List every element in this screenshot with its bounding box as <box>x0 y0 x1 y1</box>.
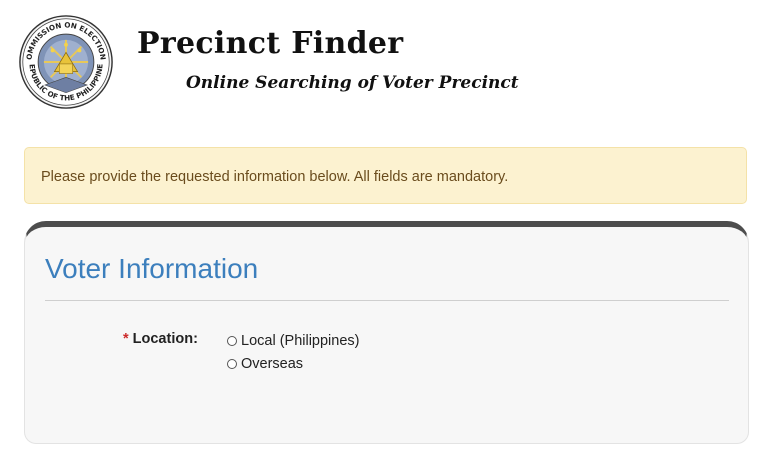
voter-information-panel: Voter Information * Location: Local (Phil… <box>24 221 749 444</box>
radio-overseas[interactable] <box>227 359 237 369</box>
section-heading: Voter Information <box>45 253 259 284</box>
radio-overseas-label[interactable]: Overseas <box>241 356 303 372</box>
section-divider <box>45 300 729 301</box>
comelec-seal-icon: COMMISSION ON ELECTIONS REPUBLIC OF THE … <box>18 14 113 109</box>
location-option-overseas[interactable]: Overseas <box>227 356 303 372</box>
radio-local[interactable] <box>227 336 237 346</box>
page-header: COMMISSION ON ELECTIONS REPUBLIC OF THE … <box>0 0 780 120</box>
location-option-local[interactable]: Local (Philippines) <box>227 333 359 349</box>
page-subtitle: Online Searching of Voter Precinct <box>186 73 519 93</box>
radio-local-label[interactable]: Local (Philippines) <box>241 333 359 349</box>
instructions-alert: Please provide the requested information… <box>24 147 747 204</box>
page-title: Precinct Finder <box>137 26 404 61</box>
required-asterisk: * <box>123 331 129 347</box>
location-label-text: Location: <box>132 331 198 347</box>
location-label: * Location: <box>123 331 198 347</box>
